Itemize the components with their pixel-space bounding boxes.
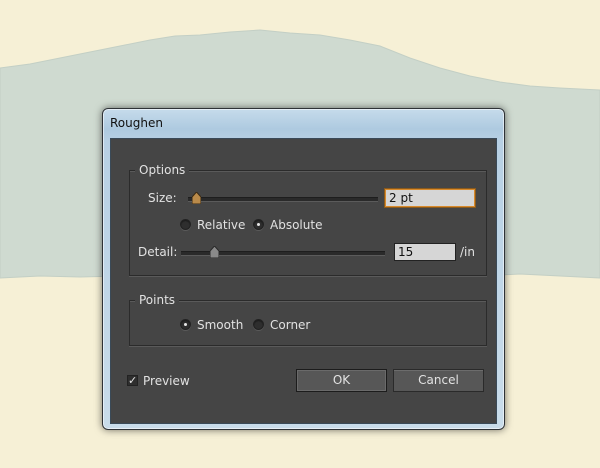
absolute-label: Absolute xyxy=(270,218,323,232)
detail-slider-thumb[interactable] xyxy=(210,246,220,258)
detail-unit: /in xyxy=(460,245,475,259)
detail-label: Detail: xyxy=(138,245,178,259)
size-input[interactable]: 2 pt xyxy=(385,189,475,207)
corner-label: Corner xyxy=(270,318,311,332)
detail-input[interactable]: 15 xyxy=(394,243,456,261)
roughen-dialog: Roughen Options Size: 2 pt Relative Abso… xyxy=(102,108,505,430)
points-legend: Points xyxy=(135,293,180,307)
size-slider-thumb[interactable] xyxy=(191,192,201,204)
size-label: Size: xyxy=(148,191,177,205)
absolute-radio[interactable] xyxy=(253,219,264,230)
options-legend: Options xyxy=(135,163,190,177)
preview-checkbox[interactable]: ✓ xyxy=(127,375,138,386)
radio-selected-dot xyxy=(257,223,260,226)
radio-selected-dot xyxy=(184,323,187,326)
ok-button[interactable]: OK xyxy=(296,369,387,392)
dialog-titlebar[interactable]: Roughen xyxy=(103,109,504,137)
relative-label: Relative xyxy=(197,218,246,232)
corner-radio[interactable] xyxy=(253,319,264,330)
relative-radio[interactable] xyxy=(180,219,191,230)
checkmark-icon: ✓ xyxy=(128,374,138,387)
smooth-radio[interactable] xyxy=(180,319,191,330)
size-slider-track[interactable] xyxy=(188,197,378,202)
preview-label: Preview xyxy=(143,374,190,388)
dialog-content: Options Size: 2 pt Relative Absolute Det… xyxy=(110,138,497,424)
dialog-title: Roughen xyxy=(110,116,163,130)
options-group: Options Size: 2 pt Relative Absolute Det… xyxy=(129,163,487,276)
smooth-label: Smooth xyxy=(197,318,244,332)
points-group: Points Smooth Corner xyxy=(129,293,487,346)
cancel-button[interactable]: Cancel xyxy=(393,369,484,392)
